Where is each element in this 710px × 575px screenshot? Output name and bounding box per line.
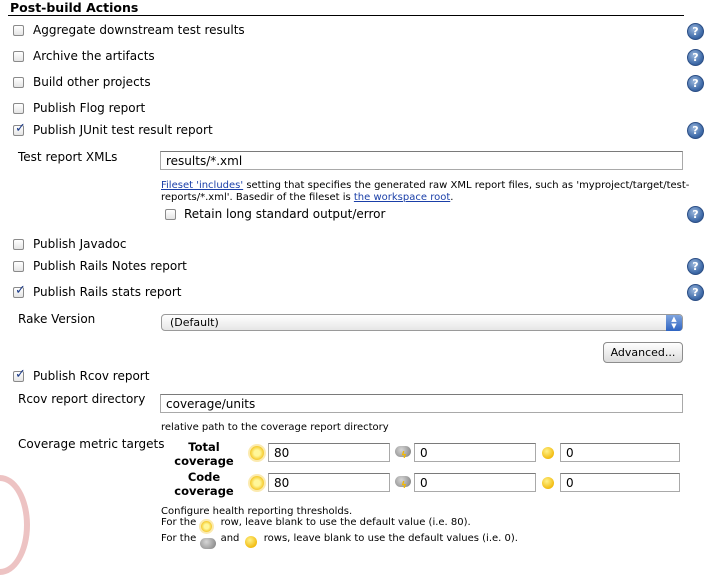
help-icon[interactable]: ? (687, 206, 704, 223)
advanced-button[interactable]: Advanced... (603, 342, 683, 363)
background-decoration (0, 475, 30, 575)
checkmark-icon: ✓ (15, 367, 26, 382)
publish-rails-stats-checkbox[interactable]: ✓ (13, 283, 26, 298)
help-icon[interactable]: ? (687, 23, 704, 40)
storm-cloud-icon (200, 538, 217, 549)
checkmark-icon: ✓ (15, 283, 26, 298)
help-icon[interactable]: ? (687, 258, 704, 275)
sunny-weather-icon (250, 476, 264, 490)
storm-cloud-icon: ϟ (395, 476, 411, 491)
yellow-ball-icon (542, 447, 554, 459)
workspace-root-link[interactable]: the workspace root (354, 192, 450, 203)
code-coverage-header: Code coverage (174, 470, 234, 498)
fileset-description-line1: Fileset 'includes' setting that specifie… (161, 180, 690, 191)
archive-artifacts-checkbox[interactable] (13, 51, 24, 62)
publish-rails-notes-checkbox[interactable] (13, 261, 24, 272)
code-coverage-failing-input[interactable] (560, 473, 680, 492)
publish-rails-notes-label: Publish Rails Notes report (33, 259, 187, 273)
select-arrows-icon: ▲ ▼ (666, 315, 682, 331)
help-icon[interactable]: ? (687, 49, 704, 66)
rcov-directory-label: Rcov report directory (18, 392, 146, 406)
fileset-includes-link[interactable]: Fileset 'includes' (161, 180, 243, 191)
total-coverage-unstable-input[interactable] (414, 443, 536, 462)
thresholds-note-line2: For the row, leave blank to use the defa… (161, 517, 471, 532)
section-title: Post-build Actions (10, 0, 139, 15)
help-icon[interactable]: ? (687, 284, 704, 301)
thresholds-note-line1: Configure health reporting thresholds. (161, 506, 353, 517)
help-icon[interactable]: ? (687, 75, 704, 92)
publish-javadoc-label: Publish Javadoc (33, 237, 127, 251)
publish-flog-checkbox[interactable] (13, 103, 24, 114)
total-coverage-failing-input[interactable] (560, 443, 680, 462)
aggregate-downstream-label: Aggregate downstream test results (33, 23, 245, 37)
yellow-ball-icon (542, 477, 554, 489)
sunny-weather-icon (250, 446, 264, 460)
publish-rcov-checkbox[interactable]: ✓ (13, 367, 26, 382)
rcov-directory-input[interactable] (160, 394, 683, 413)
fileset-description-line2: reports/*.xml'. Basedir of the fileset i… (161, 192, 454, 203)
publish-rcov-label: Publish Rcov report (33, 369, 150, 383)
rake-version-select[interactable]: (Default) ▲ ▼ (161, 314, 683, 331)
publish-junit-label: Publish JUnit test result report (33, 123, 213, 137)
rcov-directory-hint: relative path to the coverage report dir… (161, 422, 389, 433)
help-icon[interactable]: ? (687, 122, 704, 139)
publish-flog-label: Publish Flog report (33, 101, 146, 115)
retain-output-label: Retain long standard output/error (184, 207, 386, 221)
total-coverage-healthy-input[interactable] (268, 443, 390, 462)
section-divider (8, 15, 684, 16)
build-other-projects-checkbox[interactable] (13, 77, 24, 88)
code-coverage-unstable-input[interactable] (414, 473, 536, 492)
aggregate-downstream-checkbox[interactable] (13, 25, 24, 36)
publish-rails-stats-label: Publish Rails stats report (33, 285, 182, 299)
publish-javadoc-checkbox[interactable] (13, 239, 24, 250)
build-other-projects-label: Build other projects (33, 75, 151, 89)
sunny-weather-icon (201, 521, 213, 532)
archive-artifacts-label: Archive the artifacts (33, 49, 155, 63)
publish-junit-checkbox[interactable]: ✓ (13, 121, 26, 136)
coverage-targets-label: Coverage metric targets (18, 437, 165, 451)
code-coverage-healthy-input[interactable] (268, 473, 390, 492)
rake-version-value: (Default) (170, 316, 219, 329)
rake-version-label: Rake Version (18, 312, 96, 326)
retain-output-checkbox[interactable] (165, 209, 176, 220)
test-report-xmls-label: Test report XMLs (18, 150, 118, 164)
storm-cloud-icon: ϟ (395, 446, 411, 461)
yellow-ball-icon (244, 536, 257, 548)
total-coverage-header: Total coverage (174, 440, 234, 468)
thresholds-note-line3: For the and rows, leave blank to use the… (161, 533, 518, 549)
test-report-xmls-input[interactable] (160, 151, 683, 170)
checkmark-icon: ✓ (15, 121, 26, 136)
